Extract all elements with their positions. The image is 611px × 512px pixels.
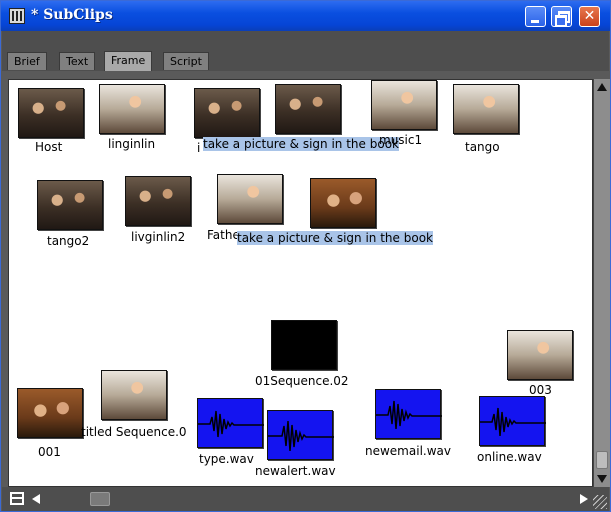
horizontal-scrollbar[interactable]: [30, 491, 590, 507]
clip-thumbnail: [271, 320, 337, 370]
list-view-icon[interactable]: [10, 492, 24, 505]
vertical-scrollbar[interactable]: [593, 79, 610, 487]
window-title: * SubClips: [31, 7, 113, 23]
tab-text[interactable]: Text: [59, 52, 96, 70]
tab-frame[interactable]: Frame: [104, 51, 153, 71]
close-button[interactable]: ✕: [579, 6, 600, 27]
clip-label: 01Sequence.02: [255, 374, 349, 388]
clip-thumbnail: [37, 180, 103, 230]
clip-label-prefix: i: [197, 141, 201, 155]
clip-thumbnail: [17, 388, 83, 438]
clip-thumbnail: [125, 176, 191, 226]
horizontal-scroll-thumb[interactable]: [90, 492, 110, 506]
clip-label: linginlin: [108, 137, 156, 151]
clip-label: livginlin2: [131, 230, 186, 244]
clip-label: newalert.wav: [255, 464, 336, 478]
clip-thumbnail: [18, 88, 84, 138]
tab-bar: Brief Text Frame Script: [2, 31, 609, 71]
tab-script[interactable]: Script: [163, 52, 209, 70]
title-bar[interactable]: * SubClips ✕: [1, 1, 610, 31]
clip-sequence-02[interactable]: 01Sequence.02: [255, 320, 365, 390]
clip-music1[interactable]: music1: [371, 80, 451, 150]
clip-label: Fathe: [207, 228, 240, 242]
scroll-down-icon[interactable]: [597, 475, 607, 483]
minimize-button[interactable]: [525, 6, 546, 27]
tab-brief[interactable]: Brief: [7, 52, 47, 70]
clip-thumbnail: [507, 330, 573, 380]
clip-take-picture-2[interactable]: take a picture & sign in the book: [237, 178, 497, 250]
audio-waveform-icon: [197, 398, 264, 448]
audio-waveform-icon: [267, 410, 334, 460]
clip-thumbnail: [101, 370, 167, 420]
clip-label: type.wav: [199, 452, 254, 466]
clip-tango2[interactable]: tango2: [37, 180, 117, 250]
clip-thumbnail: [453, 84, 519, 134]
audio-waveform-icon: [375, 389, 442, 439]
clip-host[interactable]: Host: [18, 88, 88, 158]
subclips-window: * SubClips ✕ Brief Text Frame Script Hos…: [0, 0, 611, 512]
app-icon[interactable]: [9, 8, 25, 24]
clip-label: tango2: [47, 234, 90, 248]
clip-thumbnail: [194, 88, 260, 138]
clip-label: Host: [35, 140, 63, 154]
clip-003[interactable]: 003: [507, 330, 587, 400]
clip-tango[interactable]: tango: [453, 84, 533, 158]
clip-linginlin[interactable]: linginlin: [98, 84, 178, 154]
clip-label: music1: [379, 133, 423, 147]
vertical-scroll-thumb[interactable]: [596, 451, 608, 469]
frame-view-canvas[interactable]: Host linginlin i take a picture & sign i…: [8, 79, 593, 487]
scroll-left-icon[interactable]: [32, 494, 40, 504]
clip-label: take a picture & sign in the book: [237, 231, 433, 245]
scroll-up-icon[interactable]: [597, 83, 607, 91]
clip-newemail-wav[interactable]: newemail.wav: [365, 389, 465, 461]
clip-thumbnail: [310, 178, 376, 228]
clip-untitled-sequence[interactable]: titled Sequence.0: [81, 370, 201, 446]
maximize-button[interactable]: [551, 6, 572, 27]
bottom-toolbar: [2, 487, 609, 511]
resize-grip-icon[interactable]: [593, 495, 607, 509]
clip-label: 001: [38, 445, 61, 459]
clip-take-picture-1b[interactable]: [275, 84, 345, 140]
clip-label: online.wav: [477, 450, 542, 464]
clip-thumbnail: [99, 84, 165, 134]
clip-thumbnail: [371, 80, 437, 130]
clip-label: titled Sequence.0: [81, 425, 187, 439]
clip-label: 003: [529, 383, 552, 397]
clip-thumbnail: [275, 84, 341, 134]
clip-online-wav[interactable]: online.wav: [477, 396, 567, 468]
clip-newalert-wav[interactable]: newalert.wav: [255, 410, 345, 482]
scroll-right-icon[interactable]: [580, 494, 588, 504]
clip-livginlin2[interactable]: livginlin2: [125, 176, 205, 248]
clip-label: tango: [465, 140, 500, 154]
audio-waveform-icon: [479, 396, 546, 446]
clip-label: newemail.wav: [365, 444, 451, 458]
